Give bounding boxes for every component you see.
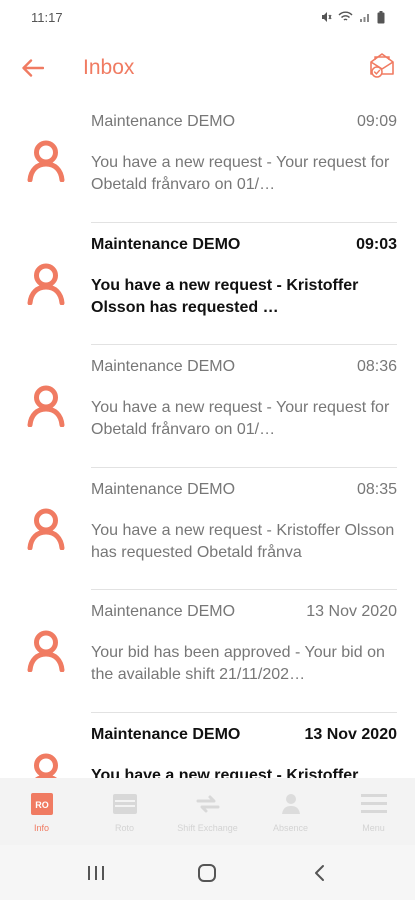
back-nav-button[interactable] <box>299 853 339 893</box>
absence-icon <box>278 792 304 816</box>
recent-apps-button[interactable] <box>76 853 116 893</box>
tab-label: Absence <box>272 823 309 833</box>
message-preview: You have a new request - Kristoffer Olss… <box>91 521 395 561</box>
message-sender: Maintenance DEMO <box>91 235 241 253</box>
message-preview: You have a new request - Your request fo… <box>91 154 390 193</box>
tab-info[interactable]: RO Info <box>0 778 83 845</box>
arrow-left-icon <box>22 59 44 77</box>
message-sender: Maintenance DEMO <box>91 480 236 498</box>
message-sender: Maintenance DEMO <box>91 725 241 743</box>
person-icon <box>34 753 58 778</box>
tab-label: Info <box>33 823 49 833</box>
tab-absence[interactable]: Absence <box>249 778 332 845</box>
exchange-icon <box>195 792 221 816</box>
message-preview: Your bid has been approved - Your bid on… <box>91 644 385 683</box>
tab-label: Shift Exchange <box>177 823 238 833</box>
list-item[interactable]: Maintenance DEMO 08:36 You have a new re… <box>0 345 415 468</box>
mute-icon <box>320 11 332 23</box>
message-preview: You have a new request - Kristoffer <box>91 766 359 779</box>
person-icon <box>27 630 65 672</box>
list-item[interactable]: Maintenance DEMO 13 Nov 2020 You have a … <box>0 713 415 779</box>
signal-icon <box>359 11 371 23</box>
message-time: 13 Nov 2020 <box>306 603 397 620</box>
page-title: Inbox <box>83 56 135 79</box>
message-time: 09:09 <box>356 113 397 130</box>
message-preview: You have a new request - Kristoffer Olss… <box>91 276 359 316</box>
inbox-list: Maintenance DEMO 09:09 You have a new re… <box>0 100 415 778</box>
list-item[interactable]: Maintenance DEMO 09:09 You have a new re… <box>0 100 415 223</box>
person-icon <box>27 385 65 427</box>
message-preview: You have a new request - Your request fo… <box>91 399 390 438</box>
back-button[interactable] <box>18 53 48 83</box>
message-time: 13 Nov 2020 <box>304 725 397 743</box>
tab-roto[interactable]: Roto <box>83 778 166 845</box>
person-icon <box>27 508 65 550</box>
chevron-left-icon <box>315 864 325 881</box>
tab-menu[interactable]: Menu <box>332 778 415 845</box>
tab-label: Roto <box>114 823 134 833</box>
status-bar: 11:17 <box>0 0 415 34</box>
list-item[interactable]: Maintenance DEMO 13 Nov 2020 Your bid ha… <box>0 590 415 713</box>
info-icon: RO <box>29 792 55 816</box>
message-time: 08:35 <box>356 480 397 498</box>
calendar-icon <box>112 792 138 816</box>
battery-icon <box>377 10 385 24</box>
message-time: 09:03 <box>356 235 397 253</box>
person-icon <box>27 140 65 182</box>
recent-apps-icon <box>87 865 104 880</box>
tab-label: Menu <box>362 823 385 833</box>
message-sender: Maintenance DEMO <box>91 358 236 375</box>
home-button[interactable] <box>187 853 227 893</box>
message-time: 08:36 <box>356 358 397 375</box>
list-item[interactable]: Maintenance DEMO 08:35 You have a new re… <box>0 468 415 590</box>
home-icon <box>198 863 217 882</box>
tab-shift-exchange[interactable]: Shift Exchange <box>166 778 249 845</box>
status-icons <box>320 10 385 24</box>
tab-bar: RO Info Roto Shift Exchange Absence Menu <box>0 778 415 845</box>
system-nav-bar <box>0 845 415 900</box>
status-time: 11:17 <box>31 9 63 25</box>
mail-read-icon <box>370 53 394 78</box>
list-item[interactable]: Maintenance DEMO 09:03 You have a new re… <box>0 223 415 345</box>
app-header: Inbox <box>0 34 415 100</box>
menu-icon <box>360 792 387 816</box>
message-sender: Maintenance DEMO <box>91 603 236 620</box>
svg-text:RO: RO <box>35 800 49 810</box>
person-icon <box>27 263 65 305</box>
message-sender: Maintenance DEMO <box>91 113 236 130</box>
mark-all-read-button[interactable] <box>366 49 398 81</box>
wifi-icon <box>338 11 353 23</box>
